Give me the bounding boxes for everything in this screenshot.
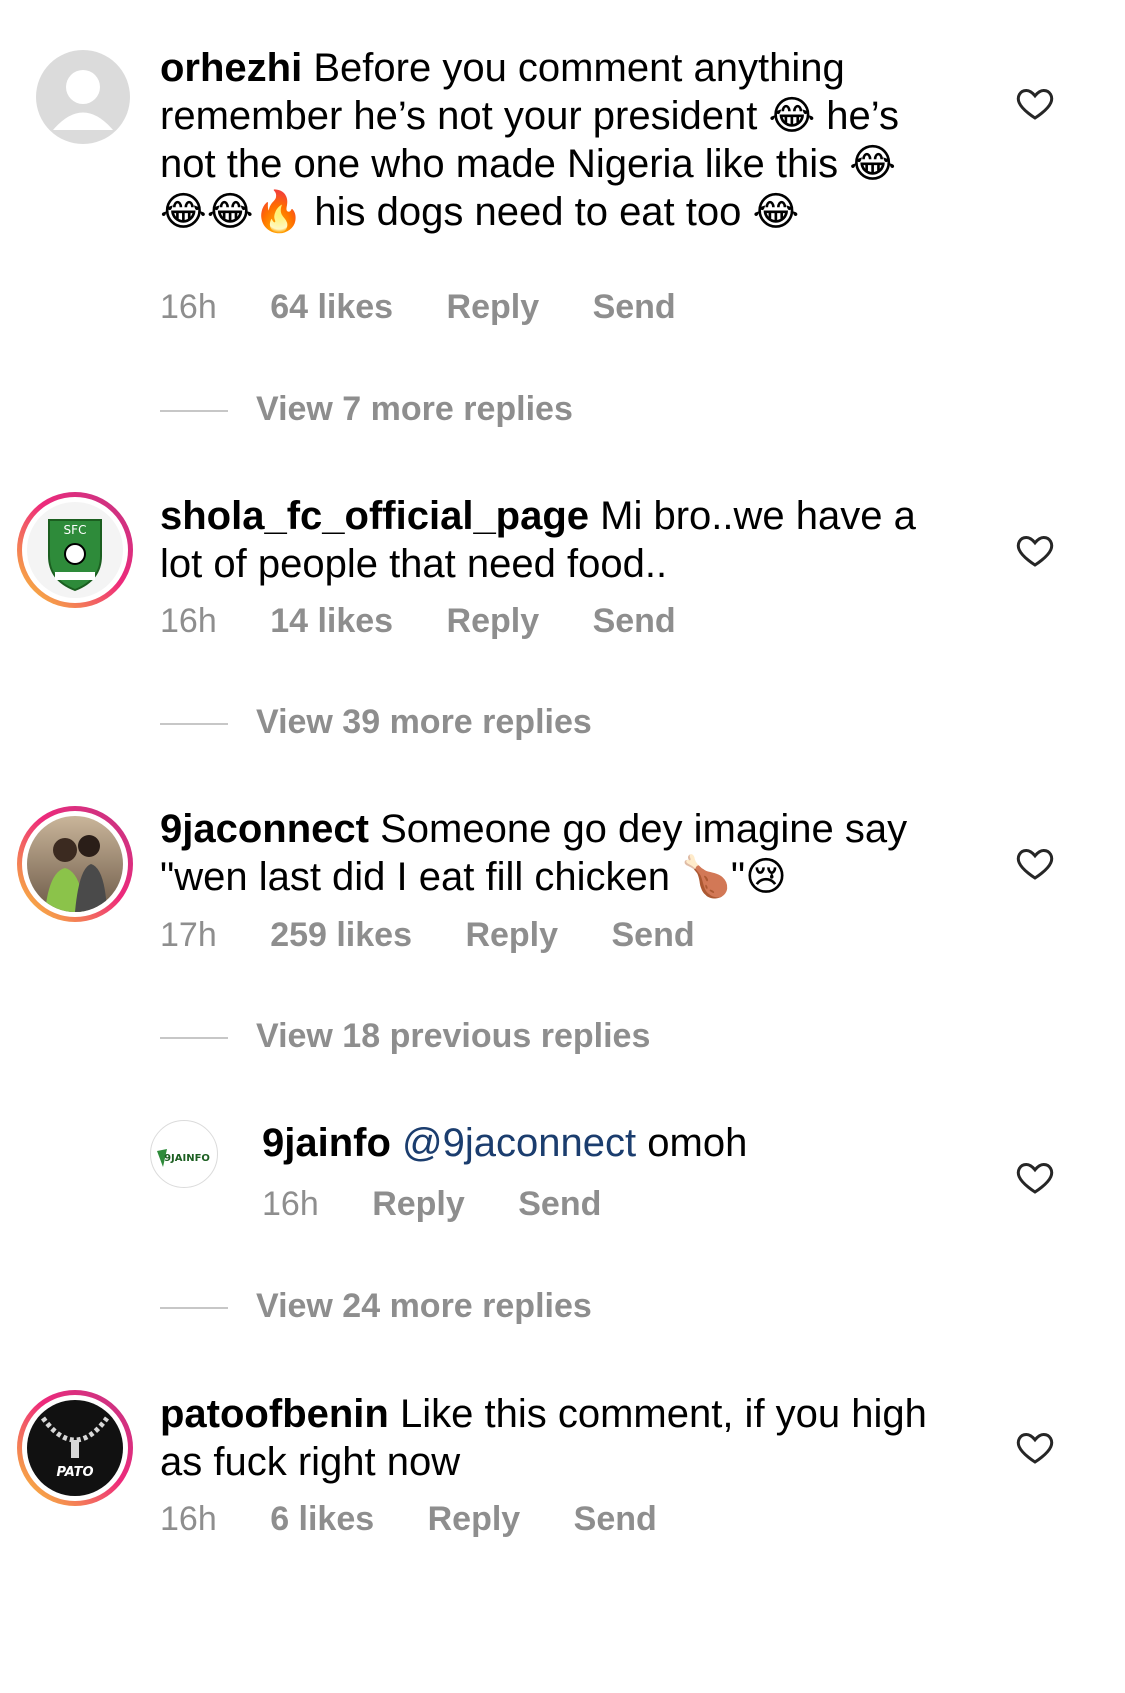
default-avatar-icon [53, 70, 113, 130]
shield-logo-icon: SFC [48, 519, 102, 592]
comment-username[interactable]: shola_fc_official_page [160, 494, 589, 538]
view-replies-button[interactable]: View 24 more replies [160, 1287, 592, 1326]
mention-link[interactable]: @9jaconnect [402, 1121, 636, 1165]
comment-username[interactable]: orhezhi [160, 46, 302, 90]
view-replies-label: View 7 more replies [256, 390, 573, 428]
profile-photo-icon [45, 835, 107, 912]
heart-icon[interactable] [1015, 83, 1055, 123]
comment-text: shola_fc_official_page Mi bro..we have a… [160, 492, 940, 588]
comment-time: 17h [160, 916, 217, 954]
comment-time: 16h [160, 1500, 217, 1538]
send-button[interactable]: Send [593, 288, 676, 326]
view-previous-replies-button[interactable]: View 18 previous replies [160, 1017, 650, 1056]
divider-line [160, 1307, 228, 1310]
comment-time: 16h [160, 288, 217, 326]
divider-line [160, 723, 228, 726]
comment-text: orhezhi Before you comment anything reme… [160, 44, 940, 236]
view-replies-label: View 24 more replies [256, 1287, 592, 1325]
view-replies-button[interactable]: View 39 more replies [160, 703, 592, 742]
reply-button[interactable]: Reply [447, 602, 540, 640]
likes-count[interactable]: 259 likes [270, 916, 412, 954]
reply-username[interactable]: 9jainfo [262, 1121, 391, 1165]
send-button[interactable]: Send [593, 602, 676, 640]
heart-icon[interactable] [1015, 843, 1055, 883]
reply-button[interactable]: Reply [465, 916, 558, 954]
comment-meta: 16h 6 likes Reply Send [160, 1500, 701, 1539]
likes-count[interactable]: 14 likes [270, 602, 393, 640]
reply-time: 16h [262, 1185, 319, 1223]
comment-meta: 16h 14 likes Reply Send [160, 602, 720, 641]
reply-button[interactable]: Reply [428, 1500, 521, 1538]
comment-username[interactable]: 9jaconnect [160, 807, 369, 851]
reply-body: omoh [647, 1121, 748, 1165]
avatar[interactable]: SFC [17, 492, 133, 608]
avatar[interactable] [17, 806, 133, 922]
reply-meta: 16h Reply Send [262, 1185, 645, 1224]
comment-username[interactable]: patoofbenin [160, 1392, 389, 1436]
likes-count[interactable]: 64 likes [270, 288, 393, 326]
view-replies-button[interactable]: View 7 more replies [160, 390, 573, 429]
comment-meta: 16h 64 likes Reply Send [160, 288, 720, 327]
send-button[interactable]: Send [574, 1500, 657, 1538]
avatar-label: SFC [64, 523, 87, 537]
divider-line [160, 410, 228, 413]
comment-meta: 17h 259 likes Reply Send [160, 916, 739, 955]
comment-text: 9jaconnect Someone go dey imagine say "w… [160, 805, 940, 901]
reply-text: 9jainfo @9jaconnect omoh [262, 1119, 1042, 1167]
heart-icon[interactable] [1015, 1157, 1055, 1197]
send-button[interactable]: Send [611, 916, 694, 954]
reply-button[interactable]: Reply [372, 1185, 465, 1223]
divider-line [160, 1037, 228, 1040]
heart-icon[interactable] [1015, 530, 1055, 570]
9jainfo-logo-icon: 9JAINFO [157, 1149, 210, 1167]
comment-time: 16h [160, 602, 217, 640]
likes-count[interactable]: 6 likes [270, 1500, 374, 1538]
avatar-label: PATO [56, 1465, 93, 1480]
view-replies-label: View 39 more replies [256, 703, 592, 741]
chain-logo-icon: PATO [40, 1416, 110, 1480]
avatar[interactable]: PATO [17, 1390, 133, 1506]
avatar[interactable]: 9JAINFO [150, 1120, 218, 1188]
heart-icon[interactable] [1015, 1427, 1055, 1467]
send-button[interactable]: Send [518, 1185, 601, 1223]
avatar-label: 9JAINFO [164, 1153, 210, 1164]
comment-text: patoofbenin Like this comment, if you hi… [160, 1390, 940, 1486]
view-replies-label: View 18 previous replies [256, 1017, 651, 1055]
reply-button[interactable]: Reply [447, 288, 540, 326]
avatar[interactable] [36, 50, 130, 144]
